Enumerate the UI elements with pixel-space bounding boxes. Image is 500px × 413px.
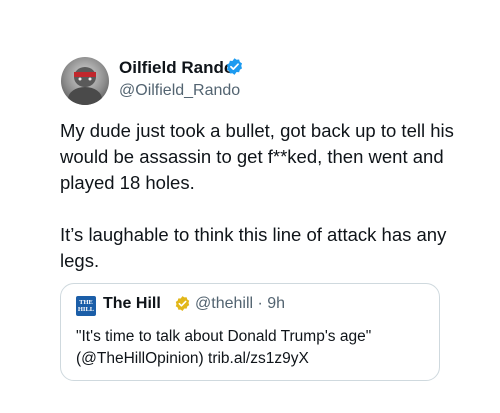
quoted-text-line: "It's time to talk about Donald Trump's … bbox=[76, 328, 372, 345]
tweet-body: My dude just took a bullet, got back up … bbox=[60, 118, 460, 274]
author-handle[interactable]: @Oilfield_Rando bbox=[119, 82, 240, 100]
quoted-handle-time[interactable]: @thehill · 9h bbox=[195, 295, 285, 313]
the-hill-logo-icon: THE HILL bbox=[76, 296, 96, 316]
tweet-paragraph: It’s laughable to think this line of att… bbox=[60, 224, 447, 271]
author-name[interactable]: Oilfield Rando bbox=[119, 58, 234, 78]
quoted-author-name[interactable]: The Hill bbox=[103, 295, 161, 313]
tweet-paragraph: My dude just took a bullet, got back up … bbox=[60, 120, 454, 193]
profile-photo-icon bbox=[68, 67, 102, 105]
gold-verified-badge-icon bbox=[175, 296, 190, 311]
verified-badge-icon bbox=[226, 58, 243, 75]
quoted-text-line[interactable]: (@TheHillOpinion) trib.al/zs1z9yX bbox=[76, 348, 426, 370]
tweet-card: Oilfield Rando @Oilfield_Rando My dude j… bbox=[0, 0, 500, 413]
quoted-tweet[interactable]: THE HILL The Hill @thehill · 9h "It's ti… bbox=[60, 283, 440, 381]
author-avatar[interactable] bbox=[61, 57, 109, 105]
quoted-tweet-text: "It's time to talk about Donald Trump's … bbox=[76, 326, 426, 370]
